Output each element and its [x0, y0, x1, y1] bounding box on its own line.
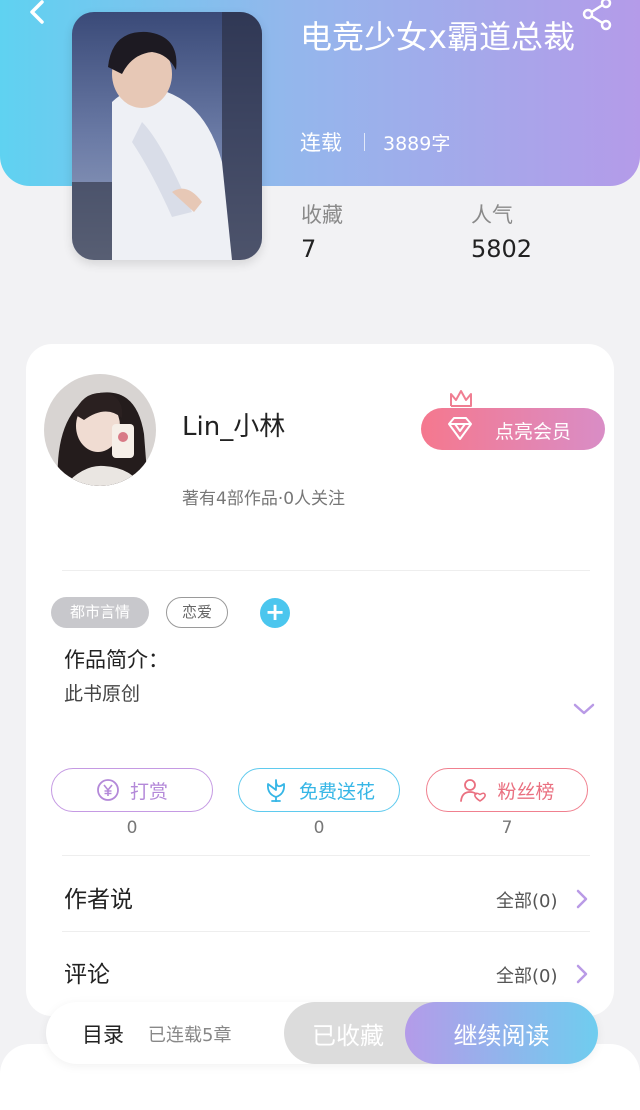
flower-icon	[266, 779, 285, 802]
chapter-count: 已连载5章	[148, 1025, 232, 1046]
reward-button[interactable]: 打赏	[51, 768, 213, 812]
popularity-count: 5802	[471, 235, 533, 263]
synopsis-heading: 作品简介：	[64, 648, 169, 672]
unlock-vip-button[interactable]: 点亮会员	[421, 408, 605, 450]
fan-ranking-label: 粉丝榜	[497, 780, 555, 803]
divider	[62, 855, 590, 856]
reward-count: 0	[126, 818, 138, 838]
favorites-count: 7	[301, 235, 317, 263]
author-name[interactable]: Lin_小林	[182, 406, 285, 443]
vip-button-label: 点亮会员	[495, 421, 572, 443]
reward-label: 打赏	[129, 780, 168, 803]
tag-romance[interactable]: 恋爱	[166, 597, 228, 628]
book-cover-image[interactable]	[72, 12, 262, 260]
word-count: 3889字	[383, 132, 451, 155]
yen-coin-icon	[97, 779, 119, 801]
fan-ranking-button[interactable]: 粉丝榜	[426, 768, 588, 812]
diamond-icon	[448, 417, 472, 440]
serial-status: 连载	[300, 131, 342, 155]
back-button[interactable]	[22, 0, 58, 32]
table-of-contents-button[interactable]: 目录	[82, 1019, 124, 1049]
send-flower-label: 免费送花	[298, 780, 375, 803]
expand-synopsis-button[interactable]	[572, 700, 596, 718]
add-tag-button[interactable]: +	[260, 598, 290, 628]
chevron-right-icon[interactable]	[574, 963, 590, 985]
continue-reading-label: 继续阅读	[453, 1021, 550, 1050]
continue-reading-button[interactable]: 继续阅读	[405, 1002, 598, 1064]
chevron-left-icon	[30, 0, 44, 24]
book-title: 电竞少女x霸道总裁	[300, 18, 575, 56]
meta-divider	[364, 133, 365, 151]
author-stats: 著有4部作品·0人关注	[182, 489, 346, 509]
favorited-label: 已收藏	[312, 1021, 384, 1050]
synopsis-text: 此书原创	[64, 683, 141, 705]
author-avatar[interactable]	[44, 374, 156, 486]
popularity-label: 人气	[471, 203, 513, 227]
popularity-stat: 人气 5802	[471, 200, 532, 268]
flower-count: 0	[313, 818, 325, 838]
tag-urban-romance[interactable]: 都市言情	[51, 597, 149, 628]
favorites-stat: 收藏 7	[301, 200, 343, 268]
fan-count: 7	[501, 818, 513, 838]
author-notes-heading: 作者说	[64, 887, 133, 913]
book-meta: 连载 3889字	[300, 126, 450, 158]
divider	[62, 570, 590, 571]
fan-user-icon	[460, 779, 487, 802]
author-notes-view-all[interactable]: 全部(0)	[496, 887, 558, 913]
send-flower-button[interactable]: 免费送花	[238, 768, 400, 812]
favorites-label: 收藏	[301, 203, 343, 227]
divider	[62, 931, 590, 932]
comments-view-all[interactable]: 全部(0)	[496, 962, 558, 988]
chevron-right-icon[interactable]	[574, 888, 590, 910]
plus-icon: +	[264, 598, 286, 626]
comments-heading: 评论	[64, 962, 110, 988]
crown-icon	[450, 390, 472, 407]
